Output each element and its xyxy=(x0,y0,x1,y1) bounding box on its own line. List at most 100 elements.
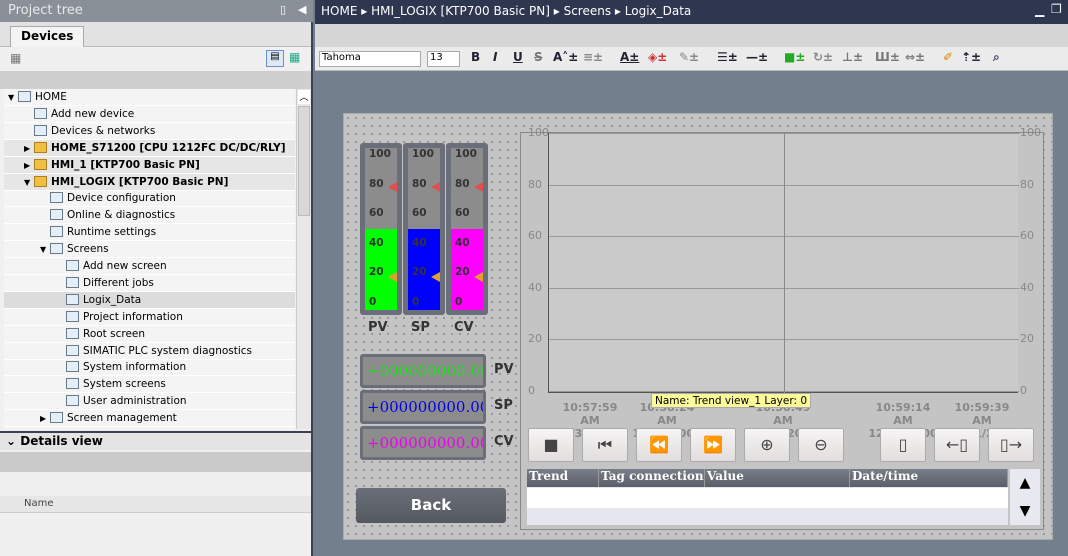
restore-icon[interactable]: ❐ xyxy=(1051,2,1062,16)
table-scroll[interactable]: ▲ ▼ xyxy=(1010,469,1040,525)
scroll-up-icon[interactable]: ︿ xyxy=(298,90,310,104)
tree-scrollbar[interactable]: ︿ xyxy=(296,89,311,429)
layer-icon[interactable]: ■± xyxy=(784,50,805,64)
back-button[interactable]: Back xyxy=(356,488,506,523)
device-icon[interactable]: ▦ xyxy=(10,51,21,65)
font-color-icon[interactable]: A± xyxy=(620,50,639,64)
col-datetime[interactable]: Date/time xyxy=(850,469,1008,487)
table-row[interactable] xyxy=(527,488,1008,508)
italic-button[interactable]: I xyxy=(493,50,497,64)
arrow-down-icon[interactable]: ▼ xyxy=(1010,497,1040,525)
tree-item[interactable]: Root screen xyxy=(4,326,295,343)
tree-item[interactable]: Add new device xyxy=(4,106,295,123)
expand-right-icon[interactable]: ▶ xyxy=(40,410,50,427)
arrow-up-icon[interactable]: ▲ xyxy=(1010,469,1040,497)
rotate-icon[interactable]: ↻± xyxy=(813,50,833,64)
tree-item[interactable]: Runtime settings xyxy=(4,224,295,242)
ruler-left-button[interactable]: ←▯ xyxy=(934,428,980,462)
io-field-pv[interactable]: +000000000.000 xyxy=(360,354,486,388)
io-field-value[interactable]: +000000000.000 xyxy=(363,393,483,421)
superscript-icon[interactable]: A˄± xyxy=(553,50,578,64)
ruler-left-icon: ←▯ xyxy=(945,435,969,454)
trend-value-table[interactable]: Trend Tag connection Value Date/time xyxy=(527,469,1008,525)
tree-item[interactable]: Device configuration xyxy=(4,190,295,208)
line-color-icon[interactable]: ✎± xyxy=(679,50,699,64)
expand-right-icon[interactable]: ▶ xyxy=(24,140,34,157)
tree-item[interactable]: SIMATIC PLC system diagnostics xyxy=(4,343,295,360)
col-tag-connection[interactable]: Tag connection xyxy=(599,469,705,487)
tree-item[interactable]: System screens xyxy=(4,376,295,394)
collapse-icon[interactable]: ◀ xyxy=(298,3,306,16)
ruler-button[interactable]: ▯ xyxy=(880,428,926,462)
bar-tick-label: 0 xyxy=(455,295,463,308)
strikethrough-button[interactable]: S xyxy=(534,50,543,64)
tree-item[interactable]: ▶ HMI_1 [KTP700 Basic PN] xyxy=(4,156,295,174)
expand-down-icon[interactable]: ▼ xyxy=(24,174,34,191)
zoom-out-button[interactable]: ⊖ xyxy=(798,428,844,462)
zoom-in-button[interactable]: ⊕ xyxy=(744,428,790,462)
first-button[interactable]: ⏮ xyxy=(582,428,628,462)
tree-item[interactable]: ▼ HOME xyxy=(4,89,295,106)
size-select[interactable]: 13 xyxy=(427,51,460,67)
tree-item[interactable]: Logix_Data xyxy=(4,291,295,309)
pin-icon[interactable]: ▯ xyxy=(280,3,286,16)
expand-right-icon[interactable]: ▶ xyxy=(24,157,34,174)
io-field-value[interactable]: +000000000.000 xyxy=(363,357,483,385)
tree-item[interactable]: Project information xyxy=(4,309,295,326)
align-icon[interactable]: ≡± xyxy=(583,50,603,64)
breadcrumb-device[interactable]: HMI_LOGIX [KTP700 Basic PN] xyxy=(371,4,550,18)
format-painter-icon[interactable]: ✐ xyxy=(943,50,953,64)
breadcrumb-home[interactable]: HOME xyxy=(321,4,357,18)
zoom-area-icon[interactable]: ⌕ xyxy=(993,50,1000,65)
io-field-cv[interactable]: +000000000.000 xyxy=(360,426,486,460)
tree-item-icon xyxy=(66,293,79,305)
expand-down-icon[interactable]: ▼ xyxy=(8,89,18,106)
stop-button[interactable]: ■ xyxy=(528,428,574,462)
breadcrumb-screens[interactable]: Screens xyxy=(564,4,612,18)
limit-marker-icon xyxy=(474,272,483,282)
fill-color-icon[interactable]: ◈± xyxy=(648,50,667,64)
expand-down-icon[interactable]: ▼ xyxy=(40,241,50,258)
tree-item[interactable]: Devices & networks xyxy=(4,123,295,140)
tree-item-icon xyxy=(34,141,47,153)
tree-item[interactable]: Online & diagnostics xyxy=(4,207,295,225)
tree-item[interactable]: ▼ HMI_LOGIX [KTP700 Basic PN] xyxy=(4,173,295,191)
tree-toolbar: ▦ ▤ ▦ xyxy=(0,47,311,71)
details-column-name[interactable]: Name xyxy=(24,498,54,509)
line-width-icon[interactable]: ☰± xyxy=(717,50,738,64)
tree-item[interactable]: Different jobs xyxy=(4,275,295,292)
tree-item[interactable]: ▶ HOME_S71200 [CPU 1212FC DC/DC/RLY] xyxy=(4,139,295,157)
tree-item[interactable]: System information xyxy=(4,359,295,377)
export-icon[interactable]: ▦ xyxy=(289,50,300,64)
forward-scroll-button[interactable]: ⏩ xyxy=(690,428,736,462)
col-value[interactable]: Value xyxy=(705,469,850,487)
underline-button[interactable]: U xyxy=(513,50,523,64)
bring-front-icon[interactable]: ⇡± xyxy=(961,50,981,64)
tree-item-label: System information xyxy=(83,361,187,374)
io-field-value[interactable]: +000000000.000 xyxy=(363,429,483,457)
same-size-icon[interactable]: ⇔± xyxy=(905,50,925,64)
back-scroll-button[interactable]: ⏪ xyxy=(636,428,682,462)
bar-graph-cv: 100 80 60 40 20 0 xyxy=(446,143,488,315)
tree-item[interactable]: Add new screen xyxy=(4,258,295,275)
overview-icon[interactable]: ▤ xyxy=(266,50,284,67)
y-tick-label-left: 60 xyxy=(528,229,542,243)
scroll-thumb[interactable] xyxy=(298,106,310,216)
tab-devices[interactable]: Devices xyxy=(10,26,84,47)
tree-item[interactable]: ▶ Screen management xyxy=(4,410,295,428)
distribute-icon[interactable]: Ш± xyxy=(875,50,900,64)
details-view-header[interactable]: ⌄ Details view xyxy=(0,431,311,450)
font-select[interactable]: Tahoma xyxy=(319,51,421,67)
tree-item-icon xyxy=(50,226,63,238)
io-field-sp[interactable]: +000000000.000 xyxy=(360,390,486,424)
bar-tick-label: 100 xyxy=(369,148,391,160)
tree-item[interactable]: User administration xyxy=(4,393,295,411)
align-objects-icon[interactable]: ⊥± xyxy=(842,50,863,64)
minimize-icon[interactable]: ▁ xyxy=(1035,3,1044,17)
line-style-icon[interactable]: —± xyxy=(746,50,768,64)
col-trend[interactable]: Trend xyxy=(527,469,599,487)
bold-button[interactable]: B xyxy=(471,50,480,64)
limit-marker-icon xyxy=(388,272,397,282)
ruler-right-button[interactable]: ▯→ xyxy=(988,428,1034,462)
tree-item[interactable]: ▼ Screens xyxy=(4,241,295,259)
